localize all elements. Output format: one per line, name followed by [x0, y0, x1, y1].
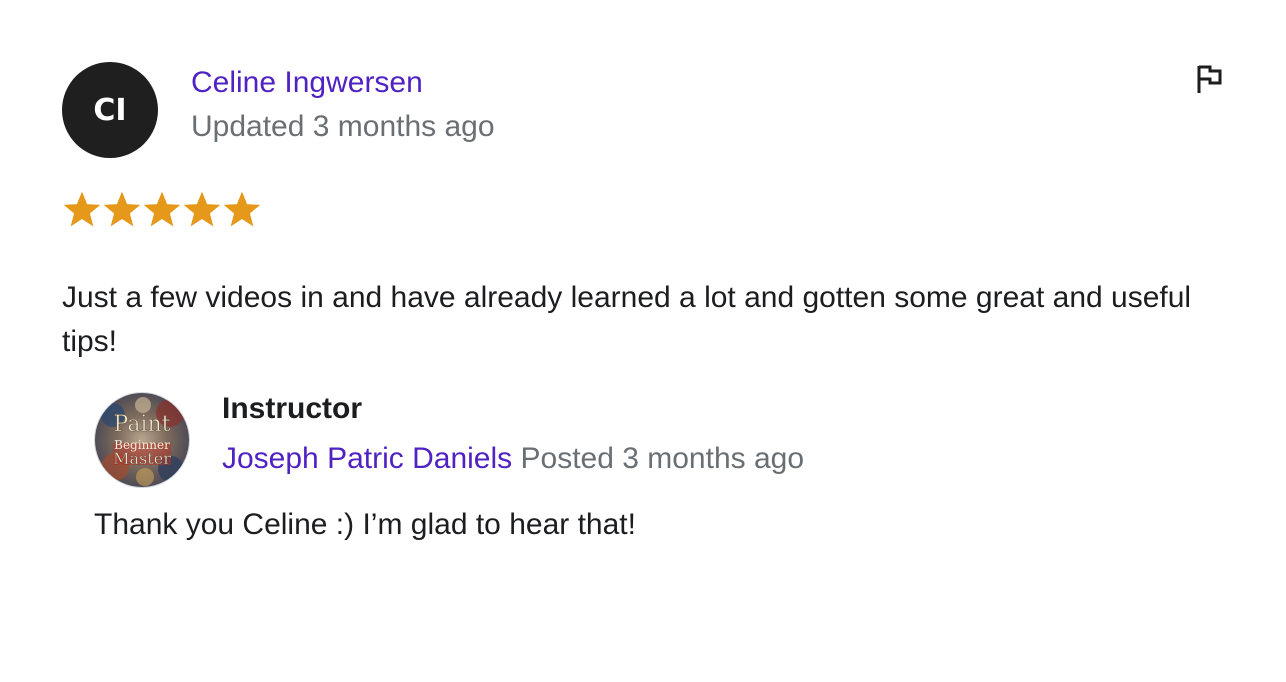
reviewer-name-link[interactable]: Celine Ingwersen: [191, 66, 423, 100]
reviewer-initials: CI: [93, 92, 127, 128]
instructor-role-label: Instructor: [222, 392, 363, 425]
instructor-meta: Joseph Patric Daniels Posted 3 months ag…: [222, 442, 804, 476]
star-icon: [103, 191, 141, 227]
star-icon: [63, 191, 101, 227]
star-rating: [62, 190, 262, 230]
paint-beginner-master-logo: Paint Beginner Master: [95, 393, 189, 487]
instructor-name-link[interactable]: Joseph Patric Daniels: [222, 442, 512, 475]
instructor-avatar: Paint Beginner Master: [95, 393, 189, 487]
star-icon: [143, 191, 181, 227]
review-card: CI Celine Ingwersen Updated 3 months ago…: [0, 0, 1286, 682]
instructor-posted-time: Posted 3 months ago: [520, 442, 805, 475]
flag-icon: [1197, 65, 1222, 93]
logo-line-3: Master: [113, 449, 171, 468]
report-abuse-button[interactable]: [1192, 62, 1226, 96]
reviewer-avatar: CI: [62, 62, 158, 158]
review-updated-time: Updated 3 months ago: [191, 110, 495, 143]
star-icon: [223, 191, 261, 227]
review-comment: Just a few videos in and have already le…: [62, 281, 1192, 358]
star-icon: [183, 191, 221, 227]
instructor-reply: Thank you Celine :) I’m glad to hear tha…: [94, 508, 636, 541]
logo-line-1: Paint: [114, 412, 171, 437]
